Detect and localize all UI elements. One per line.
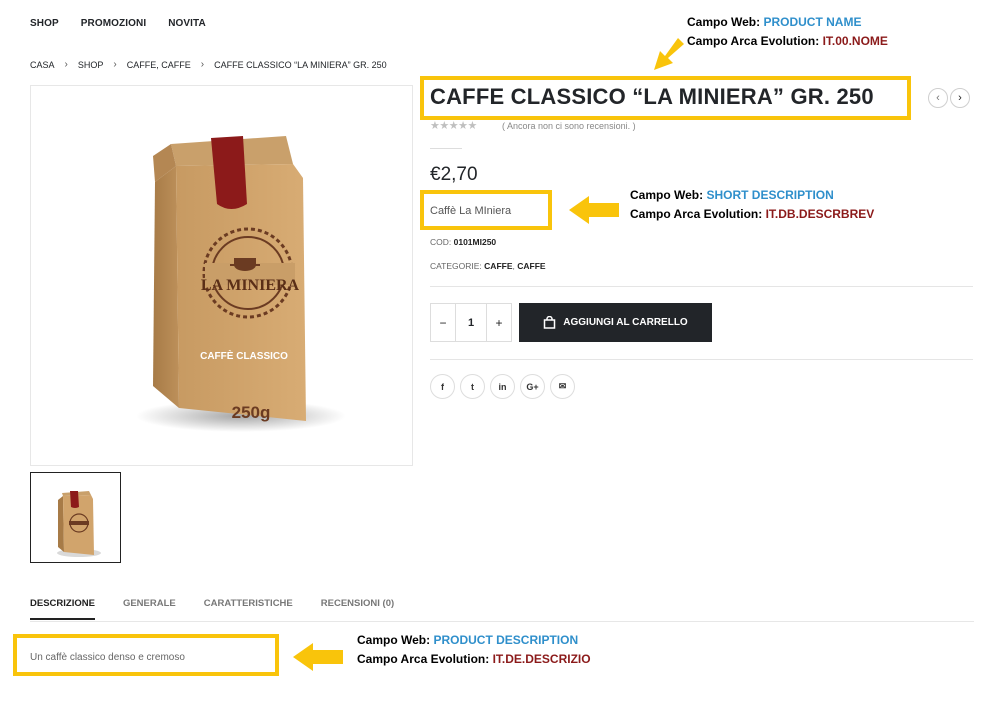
- product-main-image[interactable]: LA MINIERA CAFFÈ CLASSICO 250g: [30, 85, 413, 466]
- annotation-title: Campo Web: PRODUCT NAME Campo Arca Evolu…: [687, 15, 888, 48]
- tab-descrizione[interactable]: DESCRIZIONE: [30, 598, 95, 620]
- breadcrumb-current: CAFFE CLASSICO “LA MINIERA” GR. 250: [214, 59, 387, 70]
- product-code: COD: 0101MI250: [430, 237, 496, 247]
- tab-caratteristiche[interactable]: CARATTERISTICHE: [204, 598, 293, 620]
- facebook-icon[interactable]: f: [430, 374, 455, 399]
- reviews-note[interactable]: ( Ancora non ci sono recensioni. ): [502, 121, 636, 131]
- coffee-bag-image: LA MINIERA CAFFÈ CLASSICO 250g: [136, 136, 346, 432]
- category-link[interactable]: CAFFE: [484, 261, 512, 271]
- quantity-input[interactable]: 1: [455, 304, 487, 341]
- linkedin-icon[interactable]: in: [490, 374, 515, 399]
- product-code-label: COD:: [430, 237, 452, 247]
- shopping-bag-icon: [544, 316, 556, 329]
- rating-stars-icon: ★★★★★: [430, 120, 477, 132]
- product-price: €2,70: [430, 164, 478, 185]
- prev-product-icon[interactable]: ‹: [928, 88, 948, 108]
- bag-weight-text: 250g: [232, 403, 271, 422]
- quantity-stepper: − 1 +: [430, 303, 512, 342]
- arrow-left-icon: [569, 196, 619, 224]
- divider: [430, 286, 973, 287]
- coffee-bag-thumbnail-icon: [57, 491, 101, 557]
- arrow-down-left-icon: [654, 38, 684, 70]
- breadcrumb-separator-icon: ›: [200, 59, 205, 70]
- divider: [430, 148, 462, 149]
- breadcrumb-separator-icon: ›: [113, 59, 117, 70]
- decrease-quantity-button[interactable]: −: [431, 304, 455, 341]
- tab-generale[interactable]: GENERALE: [123, 598, 176, 620]
- twitter-icon[interactable]: t: [460, 374, 485, 399]
- breadcrumb-home[interactable]: CASA: [30, 60, 55, 70]
- product-description: Un caffè classico denso e cremoso: [30, 652, 185, 663]
- breadcrumb: CASA › SHOP › CAFFE, CAFFE › CAFFE CLASS…: [30, 59, 387, 70]
- tabs-divider: [30, 621, 974, 622]
- product-thumbnail[interactable]: [30, 472, 121, 563]
- add-to-cart-label: AGGIUNGI AL CARRELLO: [563, 317, 688, 328]
- product-nav: ‹ ›: [928, 88, 970, 108]
- breadcrumb-category[interactable]: CAFFE, CAFFE: [127, 60, 191, 70]
- add-to-cart-button[interactable]: AGGIUNGI AL CARRELLO: [519, 303, 712, 342]
- nav-item-shop[interactable]: SHOP: [30, 18, 59, 29]
- product-tabs: DESCRIZIONE GENERALE CARATTERISTICHE REC…: [30, 598, 394, 620]
- arrow-left-icon: [293, 643, 343, 671]
- breadcrumb-separator-icon: ›: [64, 59, 68, 70]
- increase-quantity-button[interactable]: +: [487, 304, 511, 341]
- next-product-icon[interactable]: ›: [950, 88, 970, 108]
- categories-label: CATEGORIE:: [430, 261, 482, 271]
- breadcrumb-shop[interactable]: SHOP: [78, 60, 104, 70]
- annotation-short-description: Campo Web: SHORT DESCRIPTION Campo Arca …: [630, 188, 875, 221]
- nav-item-promozioni[interactable]: PROMOZIONI: [81, 18, 146, 29]
- google-plus-icon[interactable]: G+: [520, 374, 545, 399]
- email-icon[interactable]: ✉: [550, 374, 575, 399]
- product-title: CAFFE CLASSICO “LA MINIERA” GR. 250: [430, 84, 874, 109]
- social-share: f t in G+ ✉: [430, 374, 575, 399]
- bag-variant-text: CAFFÈ CLASSICO: [200, 349, 288, 362]
- category-link[interactable]: CAFFE: [517, 261, 545, 271]
- top-nav: SHOP PROMOZIONI NOVITA: [30, 18, 206, 29]
- product-code-value: 0101MI250: [453, 237, 497, 247]
- tab-recensioni[interactable]: RECENSIONI (0): [321, 598, 394, 620]
- product-categories: CATEGORIE: CAFFE, CAFFE: [430, 261, 546, 271]
- short-description: Caffè La MIniera: [430, 205, 512, 217]
- divider: [430, 359, 973, 360]
- annotation-description: Campo Web: PRODUCT DESCRIPTION Campo Arc…: [357, 633, 591, 666]
- bag-brand-text: LA MINIERA: [201, 277, 300, 294]
- nav-item-novita[interactable]: NOVITA: [168, 18, 206, 29]
